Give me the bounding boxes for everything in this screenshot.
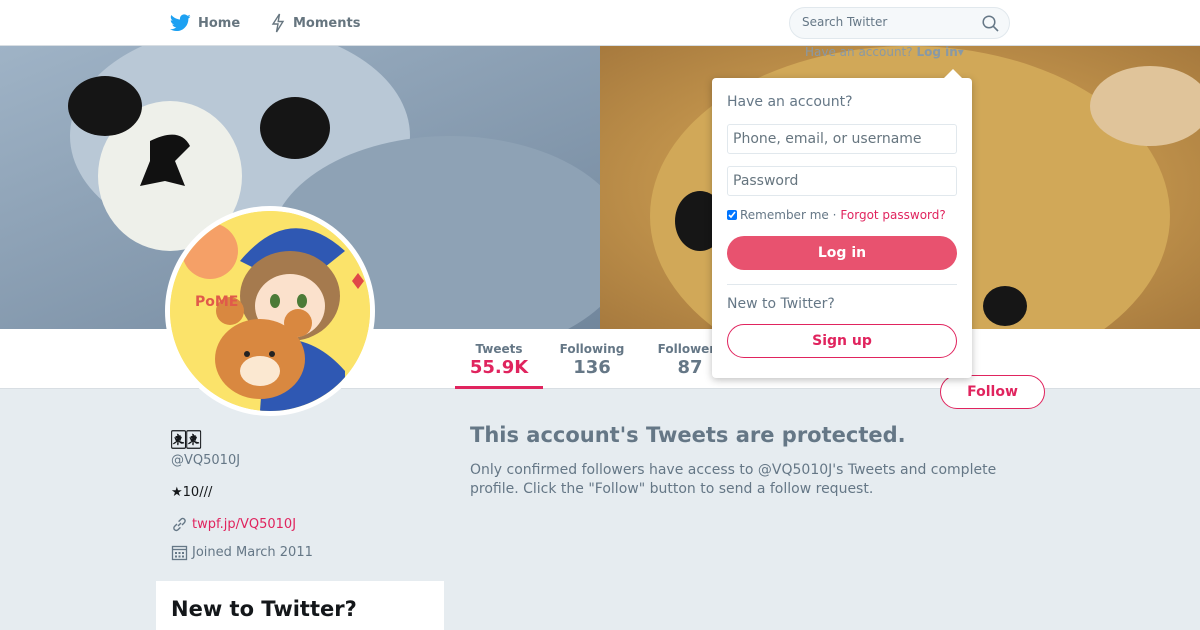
- avatar-image: PoME: [170, 211, 370, 411]
- joined-date: Joined March 2011: [192, 545, 313, 560]
- signup-module: New to Twitter?: [156, 581, 444, 630]
- stat-following-value: 136: [573, 357, 611, 378]
- protected-title: This account's Tweets are protected.: [470, 423, 906, 447]
- screen-name[interactable]: @VQ5010J: [171, 453, 240, 468]
- username-field[interactable]: [727, 124, 957, 154]
- dropdown-divider: [727, 284, 957, 285]
- display-name: 🀀🀀: [171, 428, 202, 450]
- avatar[interactable]: PoME: [165, 206, 375, 416]
- stat-following-label: Following: [559, 342, 625, 356]
- remember-row: Remember me · Forgot password?: [727, 208, 946, 222]
- nav-home[interactable]: Home: [170, 0, 240, 46]
- login-dropdown-toggle[interactable]: Log in: [916, 45, 957, 59]
- stat-tweets[interactable]: Tweets 55.9K: [455, 329, 543, 389]
- stat-following[interactable]: Following 136: [550, 329, 634, 389]
- follow-button[interactable]: Follow: [940, 375, 1045, 409]
- profile-url-link[interactable]: twpf.jp/VQ5010J: [192, 517, 296, 532]
- nav-home-label: Home: [198, 15, 241, 31]
- signup-button[interactable]: Sign up: [727, 324, 957, 358]
- bio: ★10///: [171, 485, 213, 500]
- protected-text: Only confirmed followers have access to …: [470, 462, 997, 497]
- remember-label: Remember me ·: [740, 208, 837, 222]
- joined-date-row: Joined March 2011: [171, 544, 313, 561]
- twitter-bird-icon: [170, 14, 191, 32]
- remember-checkbox[interactable]: [727, 210, 737, 220]
- caret-down-icon[interactable]: ▾: [958, 45, 964, 59]
- top-nav-bar: Home Moments: [0, 0, 1200, 46]
- new-to-twitter-label: New to Twitter?: [727, 296, 835, 312]
- forgot-password-link[interactable]: Forgot password?: [840, 208, 945, 222]
- svg-text:PoME: PoME: [195, 294, 238, 310]
- password-field[interactable]: [727, 166, 957, 196]
- dropdown-heading: Have an account?: [727, 94, 853, 110]
- search-box: [789, 7, 1010, 39]
- have-account-prompt: Have an account? Log in▾: [805, 45, 964, 59]
- nav-moments[interactable]: Moments: [270, 0, 360, 46]
- login-dropdown: Have an account? Remember me · Forgot pa…: [712, 69, 972, 378]
- stat-tweets-label: Tweets: [475, 342, 523, 356]
- lightning-icon: [271, 13, 285, 33]
- nav-moments-label: Moments: [293, 15, 361, 31]
- link-icon: [173, 517, 186, 532]
- stat-tweets-value: 55.9K: [469, 357, 529, 378]
- login-button[interactable]: Log in: [727, 236, 957, 270]
- search-icon[interactable]: [982, 15, 999, 32]
- have-account-text: Have an account?: [805, 45, 913, 59]
- signup-module-heading: New to Twitter?: [171, 597, 357, 621]
- calendar-icon: [171, 545, 188, 561]
- search-input[interactable]: [802, 15, 972, 29]
- profile-url-row: twpf.jp/VQ5010J: [171, 516, 296, 533]
